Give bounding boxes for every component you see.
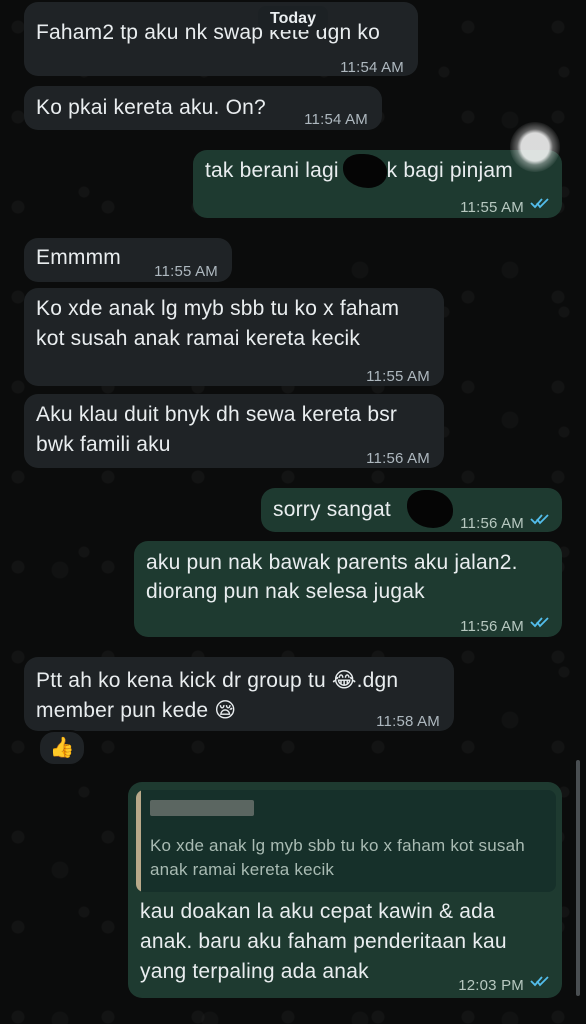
scrollbar[interactable] [576,760,580,996]
message-incoming[interactable]: Aku klau duit bnyk dh sewa kereta bsr bw… [24,394,444,468]
reaction-badge[interactable]: 👍 [38,730,86,766]
message-text-line: Ko xde anak lg myb sbb tu ko x faham [36,297,400,320]
date-separator: Today [258,6,328,30]
message-time: 11:56 AM [366,450,430,467]
message-incoming[interactable]: Faham2 tp aku nk swap kete dgn ko 11:54 … [24,2,418,76]
message-text: Faham2 tp aku nk swap kete dgn ko [36,21,380,44]
quoted-sender-redacted [150,800,254,816]
read-ticks-icon [530,976,549,987]
message-text-line: Ptt ah ko kena kick dr group tu 😂.dgn [36,669,399,692]
message-time: 11:54 AM [304,111,368,128]
quote-accent-bar [136,790,141,892]
message-incoming[interactable]: Ptt ah ko kena kick dr group tu 😂.dgn me… [24,657,454,731]
message-text-line: kot susah anak ramai kereta kecik [36,327,361,350]
message-text: Emmmm [36,246,121,269]
message-text-line: diorang pun nak selesa jugak [146,580,425,603]
message-time: 11:58 AM [376,713,440,730]
message-text-line: anak. baru aku faham penderitaan kau [140,930,507,953]
message-text-line: kau doakan la aku cepat kawin & ada [140,900,495,923]
message-time: 11:55 AM [154,263,218,280]
quoted-message[interactable]: Ko xde anak lg myb sbb tu ko x faham kot… [136,790,556,892]
read-ticks-icon [530,514,549,525]
message-incoming[interactable]: Emmmm 11:55 AM [24,238,232,282]
redaction-scribble [407,490,453,528]
touch-indicator [510,122,560,172]
message-time: 12:03 PM [458,977,524,994]
message-outgoing-reply[interactable]: Ko xde anak lg myb sbb tu ko x faham kot… [128,782,562,998]
message-time: 11:56 AM [460,618,524,635]
message-incoming[interactable]: Ko xde anak lg myb sbb tu ko x faham kot… [24,288,444,386]
message-text-line: aku pun nak bawak parents aku jalan2. [146,551,518,574]
message-time: 11:54 AM [340,59,404,76]
quoted-text-line: anak ramai kereta kecik [150,860,335,879]
message-outgoing[interactable]: aku pun nak bawak parents aku jalan2. di… [134,541,562,637]
message-text-line: member pun kede 😪 [36,699,237,722]
message-outgoing[interactable]: tak berani lagi nak bagi pinjam 11:55 AM [193,150,562,218]
read-ticks-icon [530,198,549,209]
message-time: 11:55 AM [460,199,524,216]
message-text-line: yang terpaling ada anak [140,960,369,983]
message-time: 11:56 AM [460,515,524,532]
message-incoming[interactable]: Ko pkai kereta aku. On? 11:54 AM [24,86,382,130]
message-text: sorry sangat [273,498,391,521]
message-text-line: bwk famili aku [36,433,171,456]
message-text: Ko pkai kereta aku. On? [36,96,266,119]
message-outgoing[interactable]: sorry sangat 11:56 AM [261,488,562,532]
quoted-text-line: Ko xde anak lg myb sbb tu ko x faham kot… [150,836,525,855]
thumbs-up-icon: 👍 [49,737,75,759]
read-ticks-icon [530,617,549,628]
message-text-line: Aku klau duit bnyk dh sewa kereta bsr [36,403,398,426]
message-time: 11:55 AM [366,368,430,385]
